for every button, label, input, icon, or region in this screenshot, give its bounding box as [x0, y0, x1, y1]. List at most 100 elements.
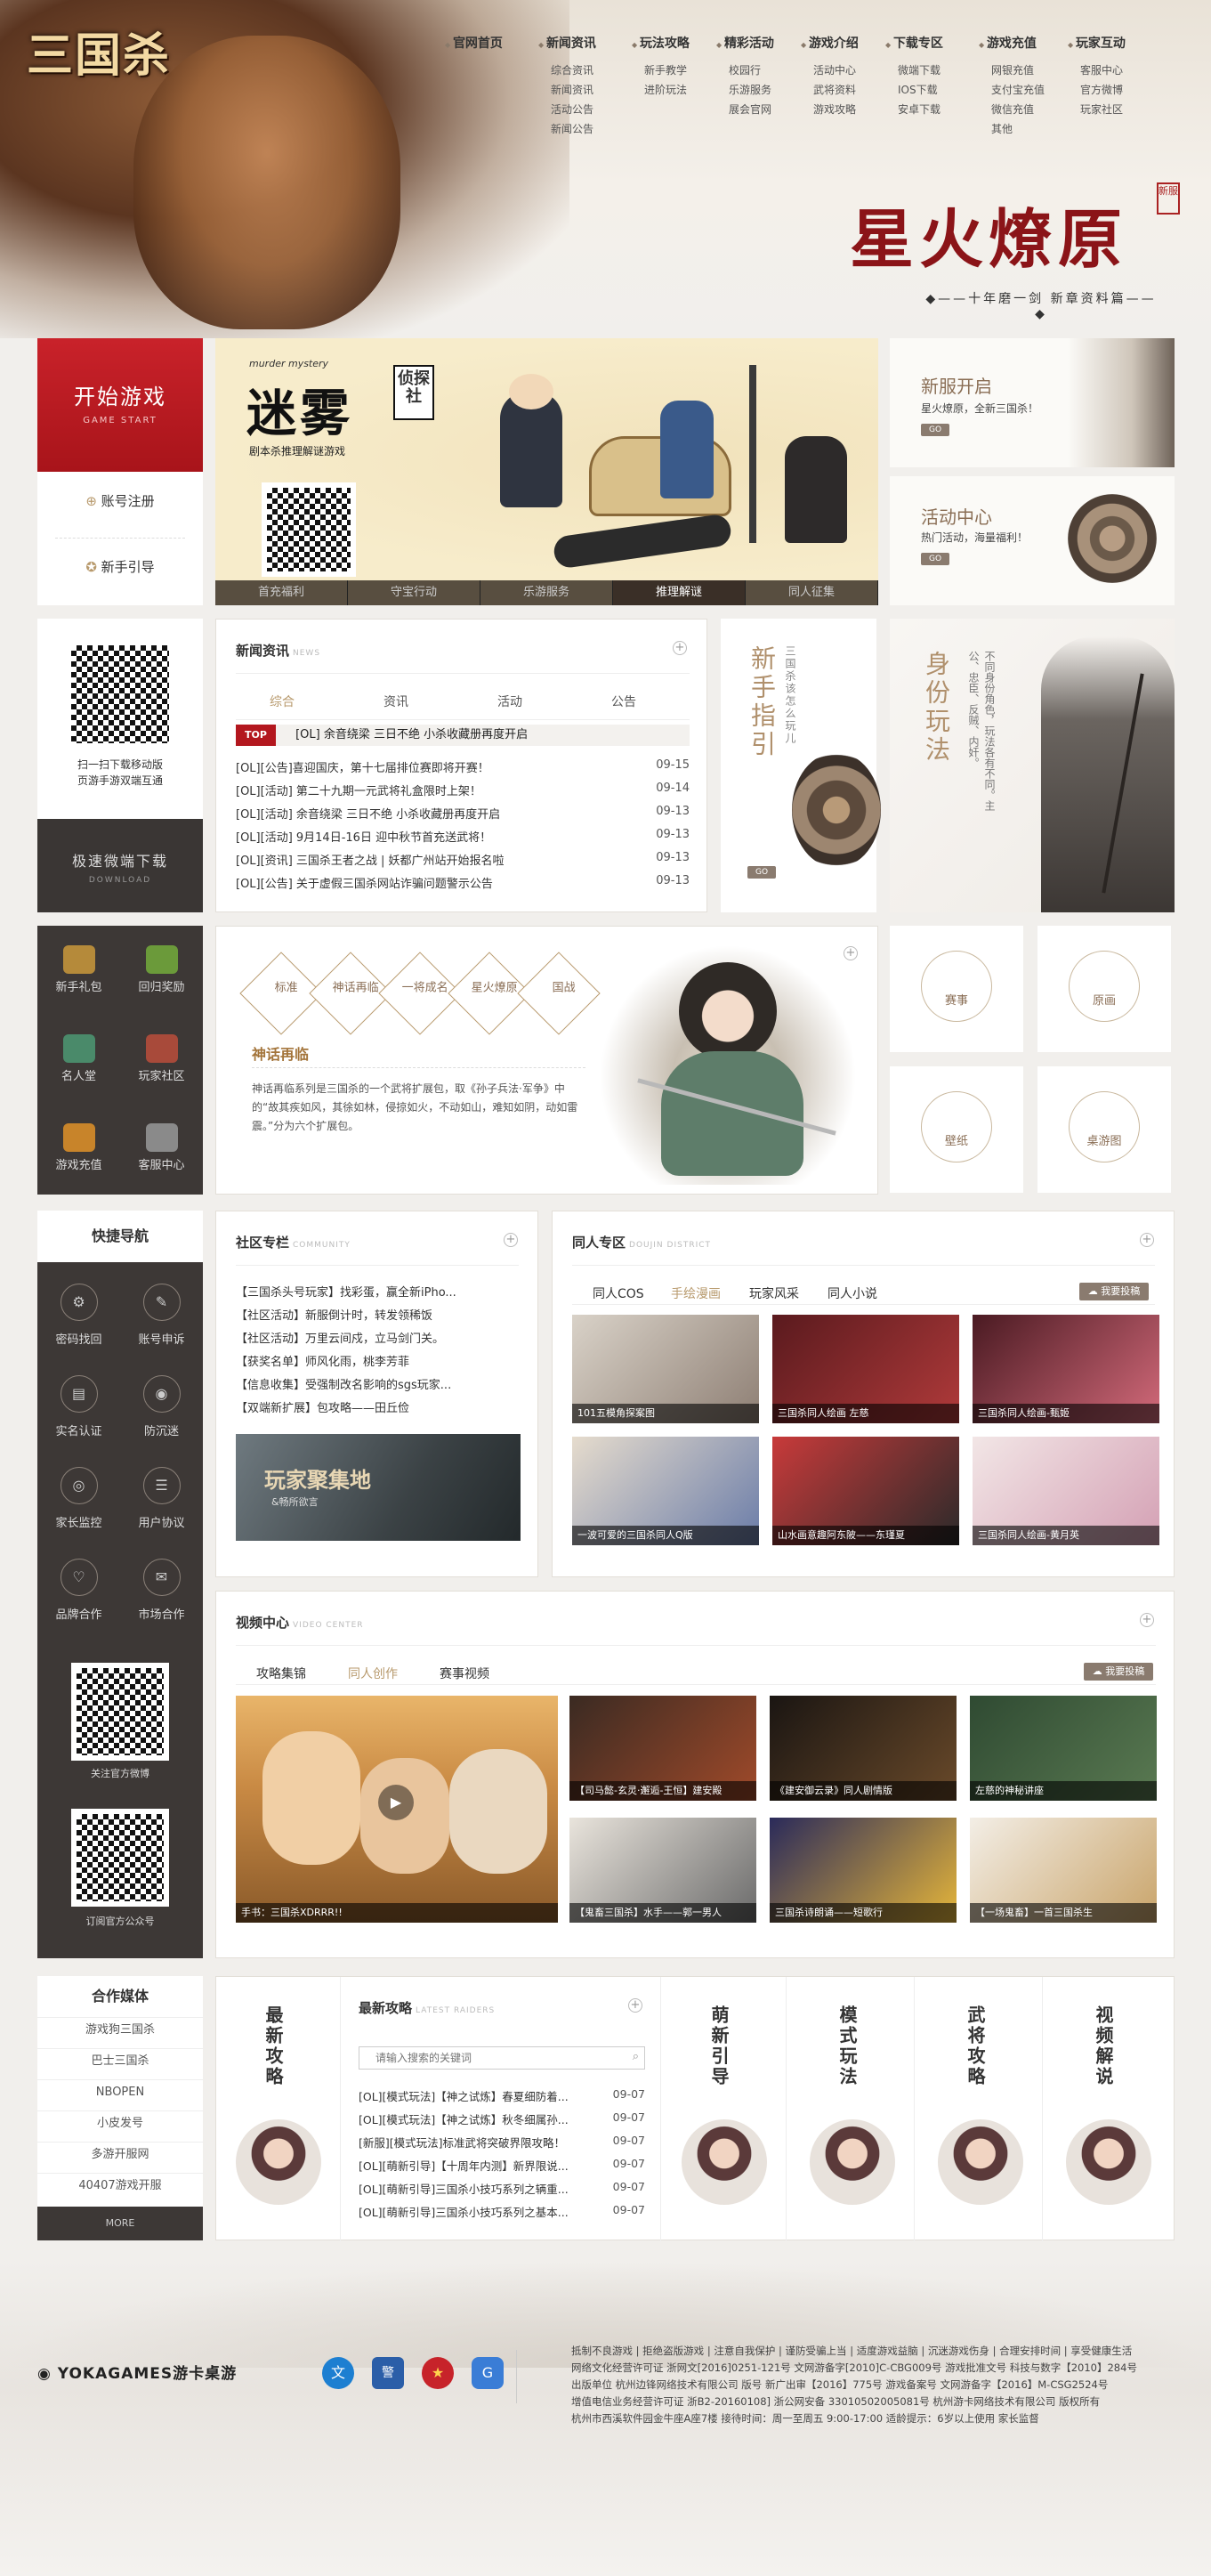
license-badge-icon[interactable]: 文 [322, 2357, 354, 2389]
quick-nav-item[interactable]: ◎ 家长监控 [37, 1449, 120, 1541]
guide-go-button[interactable]: GO [747, 866, 776, 879]
newbie-guide-panel[interactable]: 新手指引 三国杀该怎么玩儿 GO [721, 619, 881, 912]
start-game-button[interactable]: 开始游戏 GAME START [37, 338, 203, 472]
strategy-item[interactable]: [OL][萌新引导]【十周年内测】新界限说... 09-07 [359, 2157, 645, 2174]
partner-link[interactable]: 小皮发号 [37, 2110, 203, 2135]
nav-subitem[interactable]: 游戏攻略 [801, 100, 890, 119]
register-link[interactable]: ⊕ 账号注册 [37, 491, 203, 510]
microclient-download-button[interactable]: 极速微端下载 DOWNLOAD [37, 819, 203, 912]
nav-subitem[interactable]: 新手教学 [632, 61, 721, 80]
strategy-col-latest[interactable]: 最新攻略 [216, 1977, 341, 2241]
strategy-search-input[interactable] [359, 2047, 609, 2069]
game-logo[interactable]: 三国杀 [27, 18, 205, 107]
partner-link[interactable]: 40407游戏开服 [37, 2173, 203, 2198]
community-item[interactable]: 【获奖名单】师风化雨，桃李芳菲 [236, 1352, 519, 1369]
partner-link[interactable]: 巴士三国杀 [37, 2048, 203, 2073]
news-item[interactable]: [OL][资讯] 三国杀王者之战 | 妖都广州站开始报名啦 09-13 [236, 851, 690, 869]
strategy-item[interactable]: [OL][模式玩法]【神之试炼】秋冬细属孙... 09-07 [359, 2110, 645, 2127]
nav-heading-4[interactable]: 游戏介绍 [801, 34, 890, 52]
nav-heading-5[interactable]: 下载专区 [885, 34, 974, 52]
nav-subitem[interactable]: 玩家社区 [1068, 100, 1157, 119]
doujin-tab[interactable]: 同人小说 [828, 1284, 877, 1302]
video-thumb[interactable]: 【鬼畜三国杀】水手——郭一男人 [569, 1818, 756, 1923]
nav-subitem[interactable]: 活动中心 [801, 61, 890, 80]
nav-heading-6[interactable]: 游戏充值 [979, 34, 1068, 52]
banner-tab[interactable]: 同人征集 [746, 580, 878, 605]
main-banner[interactable]: murder mystery 迷雾 侦探社 剧本杀推理解谜游戏 首充福利 守宝行动… [215, 338, 878, 605]
nav-heading-2[interactable]: 玩法攻略 [632, 34, 721, 52]
quick-nav-item[interactable]: ♡ 品牌合作 [37, 1541, 120, 1632]
news-more-icon[interactable]: + [673, 641, 687, 655]
quick-nav-item[interactable]: ⚙ 密码找回 [37, 1266, 120, 1357]
doujin-thumb[interactable]: 101五模角探案图 [572, 1315, 759, 1423]
nav-heading-3[interactable]: 精彩活动 [716, 34, 805, 52]
video-thumb[interactable]: 三国杀诗朗诵——短歌行 [770, 1818, 957, 1923]
search-icon[interactable]: ⌕ [633, 2050, 639, 2063]
nav-subitem[interactable]: 综合资讯 [538, 61, 627, 80]
promo-go-button[interactable]: GO [921, 553, 949, 565]
expansion-tag[interactable]: 国战 [517, 952, 601, 1035]
doujin-upload-button[interactable]: ☁ 我要投稿 [1079, 1283, 1149, 1300]
doujin-tab[interactable]: 同人COS [593, 1284, 644, 1302]
quick-nav-item[interactable]: ✎ 账号申诉 [120, 1266, 203, 1357]
police-badge-icon[interactable]: 警 [372, 2357, 404, 2389]
news-item[interactable]: [OL][活动] 余音绕梁 三日不绝 小杀收藏册再度开启 09-13 [236, 805, 690, 822]
nav-heading-0[interactable]: 官网首页 [445, 34, 534, 52]
news-top-item[interactable]: TOP [OL] 余音绕梁 三日不绝 小杀收藏册再度开启 [236, 725, 690, 746]
icon-grid-item[interactable]: 玩家社区 [120, 1025, 203, 1092]
news-item[interactable]: [OL][活动] 9月14日-16日 迎中秋节首充送武将！ 09-13 [236, 828, 690, 846]
strategy-item[interactable]: [新服][模式玩法]标准武将突破界限攻略！ 09-07 [359, 2134, 645, 2151]
promo-go-button[interactable]: GO [921, 424, 949, 436]
community-more-icon[interactable]: + [504, 1233, 518, 1247]
video-tab[interactable]: 同人创作 [348, 1665, 398, 1682]
banner-tab[interactable]: 乐游服务 [480, 580, 613, 605]
nav-subitem[interactable]: 客服中心 [1068, 61, 1157, 80]
partner-link[interactable]: NBOPEN [37, 2079, 203, 2104]
video-thumb[interactable]: 【一场鬼畜】一首三国杀生 [970, 1818, 1157, 1923]
gov-badge-icon[interactable]: ★ [422, 2357, 454, 2389]
nav-subitem[interactable]: 校园行 [716, 61, 805, 80]
strategy-col-hero[interactable]: 武将攻略 [918, 1977, 1043, 2241]
quick-nav-item[interactable]: ◉ 防沉迷 [120, 1357, 203, 1449]
banner-tab[interactable]: 推理解谜 [613, 580, 746, 605]
nav-subitem[interactable]: 进阶玩法 [632, 80, 721, 100]
community-item[interactable]: 【社区活动】新服倒计时，转发领稀饭 [236, 1306, 519, 1323]
doujin-thumb[interactable]: 三国杀同人绘画 左慈 [772, 1315, 959, 1423]
nav-subitem[interactable]: 微端下载 [885, 61, 974, 80]
community-banner[interactable]: 玩家聚集地 &畅所欲言 [236, 1434, 521, 1541]
banner-tab[interactable]: 首充福利 [215, 580, 348, 605]
icon-grid-item[interactable]: 名人堂 [37, 1025, 120, 1092]
nav-subitem[interactable]: 乐游服务 [716, 80, 805, 100]
news-item[interactable]: [OL][公告]喜迎国庆，第十七届排位赛即将开赛！ 09-15 [236, 758, 690, 776]
news-tab[interactable]: 综合 [270, 693, 295, 710]
strategy-col-video[interactable]: 视频解说 [1046, 1977, 1171, 2241]
nav-subitem[interactable]: 其他 [979, 119, 1068, 139]
doujin-thumb[interactable]: 山水画意趣阿东陂——东瑾夏 [772, 1437, 959, 1545]
strategy-item[interactable]: [OL][模式玩法]【神之试炼】春夏细防着... 09-07 [359, 2087, 645, 2104]
promo-new-server[interactable]: 新服开启 星火燎原，全新三国杀！ GO [890, 338, 1175, 467]
nav-subitem[interactable]: 新闻资讯 [538, 80, 627, 100]
partner-link[interactable]: 多游开服网 [37, 2142, 203, 2167]
news-item[interactable]: [OL][公告] 关于虚假三国杀网站诈骗问题警示公告 09-13 [236, 874, 690, 892]
video-thumb[interactable]: 《建安御云录》同人剧情版 [770, 1696, 957, 1801]
doujin-tab[interactable]: 玩家风采 [749, 1284, 799, 1302]
quick-nav-item[interactable]: ☰ 用户协议 [120, 1449, 203, 1541]
icon-grid-item[interactable]: 新手礼包 [37, 936, 120, 1003]
security-badge-icon[interactable]: G [472, 2357, 504, 2389]
community-item[interactable]: 【社区活动】万里云间戍，立马剑门关。 [236, 1329, 519, 1346]
quick-nav-item[interactable]: ▤ 实名认证 [37, 1357, 120, 1449]
news-tab[interactable]: 公告 [611, 693, 636, 710]
partner-more-button[interactable]: MORE [37, 2207, 203, 2240]
video-upload-button[interactable]: ☁ 我要投稿 [1084, 1663, 1153, 1681]
doujin-thumb[interactable]: 三国杀同人绘画-甄姬 [973, 1315, 1159, 1423]
icon-grid-item[interactable]: 客服中心 [120, 1114, 203, 1181]
partner-link[interactable]: 游戏狗三国杀 [37, 2017, 203, 2042]
yoka-logo[interactable]: ◉ YOKAGAMES游卡桌游 [37, 2361, 237, 2387]
category-card[interactable]: 桌游图 [1037, 1066, 1171, 1193]
identity-panel[interactable]: 身份玩法 不同身份角色，玩法各有不同。主公、忠臣、反贼、内奸。 [890, 619, 1175, 912]
nav-subitem[interactable]: 活动公告 [538, 100, 627, 119]
nav-subitem[interactable]: IOS下载 [885, 80, 974, 100]
doujin-more-icon[interactable]: + [1140, 1233, 1154, 1247]
strategy-item[interactable]: [OL][萌新引导]三国杀小技巧系列之基本... 09-07 [359, 2203, 645, 2220]
banner-tab[interactable]: 守宝行动 [348, 580, 480, 605]
